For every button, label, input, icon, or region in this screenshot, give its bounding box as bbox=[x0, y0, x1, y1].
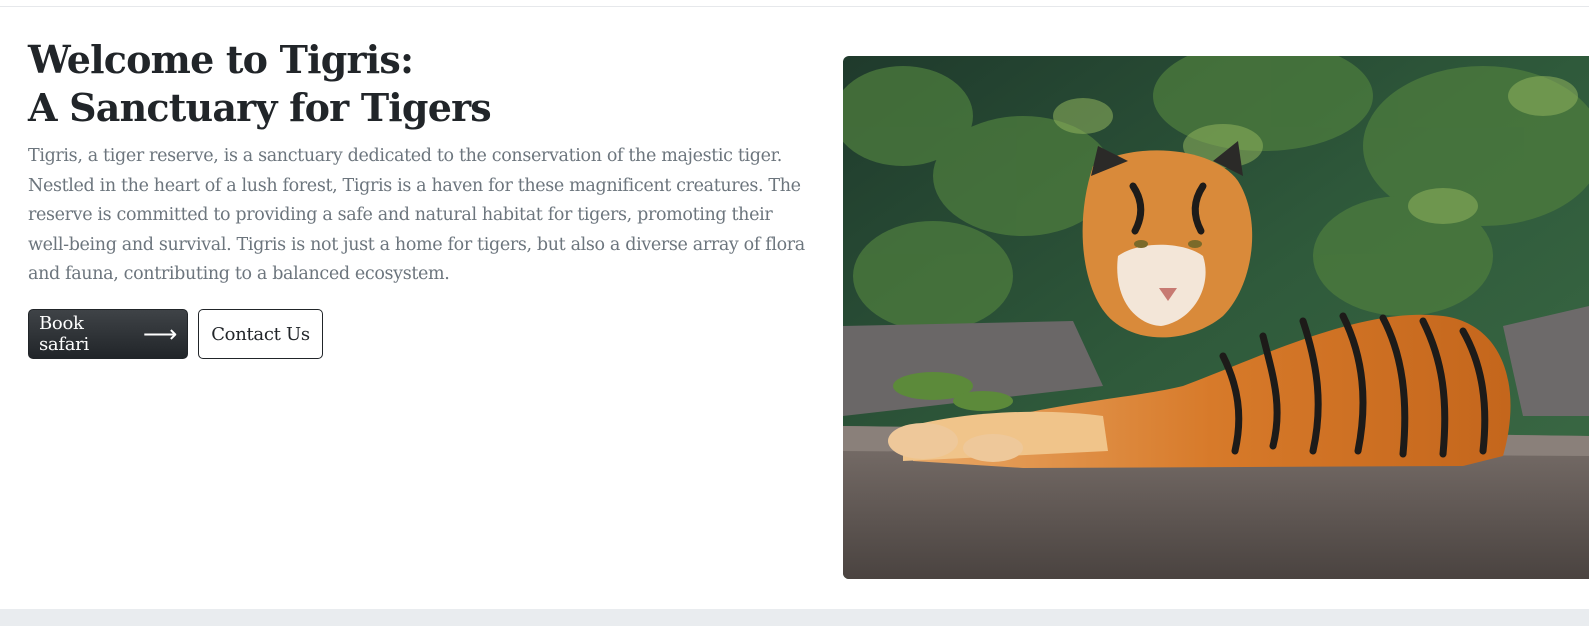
header-divider bbox=[0, 6, 1589, 7]
hero-title-line-1: Welcome to Tigris: bbox=[28, 37, 414, 82]
hero-title-line-2: A Sanctuary for Tigers bbox=[28, 85, 492, 130]
contact-us-button[interactable]: Contact Us bbox=[198, 309, 323, 359]
hero-description: Tigris, a tiger reserve, is a sanctuary … bbox=[28, 146, 805, 284]
book-safari-label: Book safari bbox=[39, 313, 89, 355]
footer-band bbox=[0, 609, 1589, 626]
hero-title: Welcome to Tigris: A Sanctuary for Tiger… bbox=[28, 36, 818, 132]
contact-us-label: Contact Us bbox=[211, 323, 310, 345]
hero-section: Welcome to Tigris: A Sanctuary for Tiger… bbox=[28, 36, 818, 290]
hero-actions: Book safari ⟶ Contact Us bbox=[28, 309, 323, 359]
tiger-photo bbox=[843, 56, 1589, 579]
book-safari-button[interactable]: Book safari ⟶ bbox=[28, 309, 188, 359]
arrow-right-icon: ⟶ bbox=[142, 320, 177, 348]
